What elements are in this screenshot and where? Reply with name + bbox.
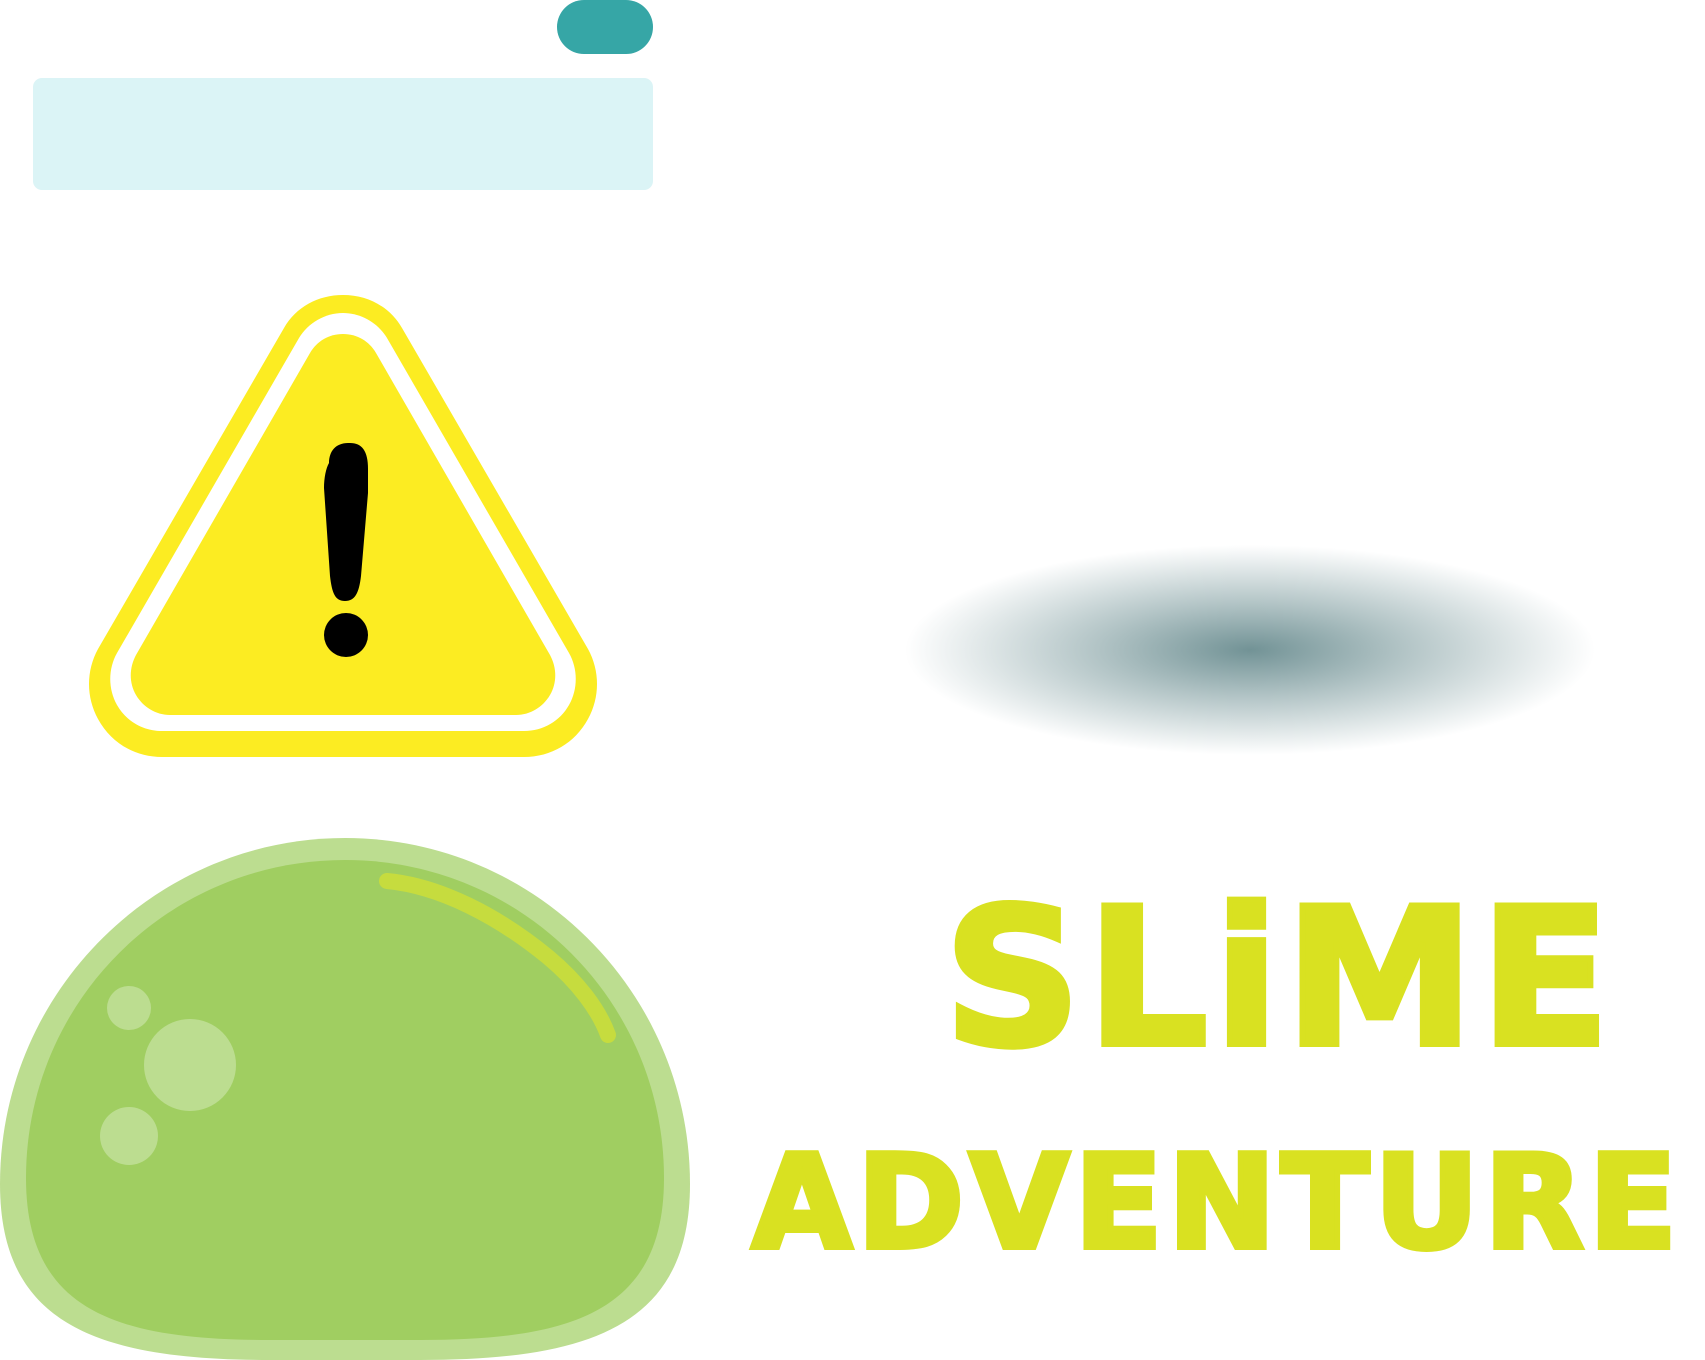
slime-bubble <box>100 1107 158 1165</box>
start-button[interactable] <box>557 0 653 54</box>
exclamation-dot <box>324 613 368 657</box>
slime-icon <box>0 838 690 1360</box>
drop-shadow-icon <box>905 545 1595 755</box>
shadow-ellipse <box>905 545 1595 755</box>
game-title: SLiME <box>941 868 1616 1089</box>
message-panel <box>33 78 653 190</box>
warning-icon <box>89 295 597 757</box>
slime-bubble <box>107 986 151 1030</box>
game-subtitle: ADVENTURE <box>749 1129 1683 1278</box>
slime-bubble <box>144 1019 236 1111</box>
